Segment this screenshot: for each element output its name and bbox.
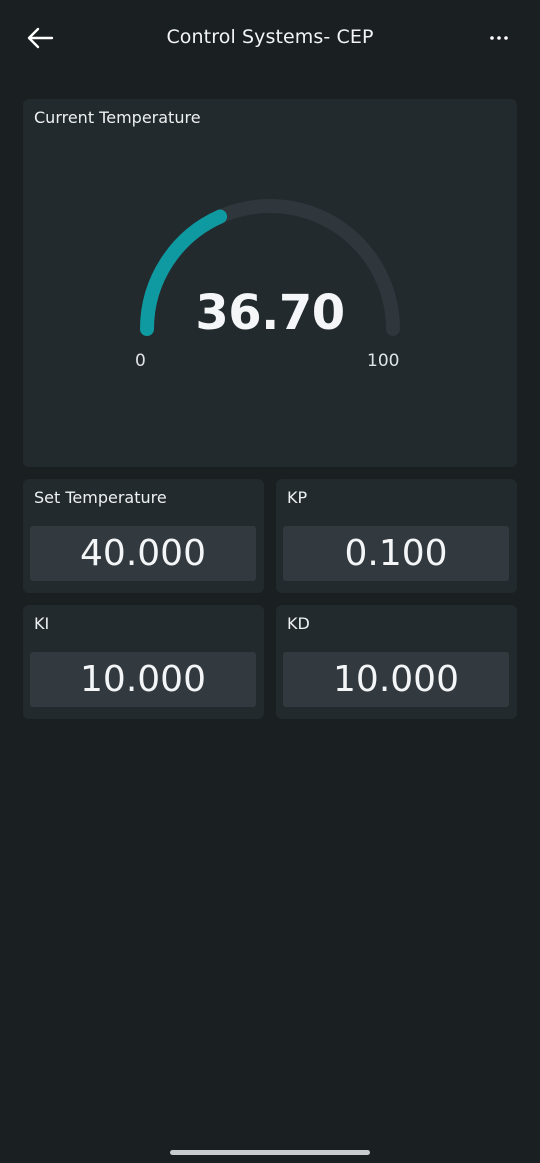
set-temperature-card: Set Temperature 40.000 bbox=[23, 479, 264, 593]
ki-label: KI bbox=[34, 614, 50, 633]
gauge-max-label: 100 bbox=[367, 351, 400, 371]
set-temperature-input[interactable]: 40.000 bbox=[30, 526, 256, 581]
temperature-gauge bbox=[140, 199, 400, 336]
gauge-min-label: 0 bbox=[135, 351, 146, 371]
kp-input[interactable]: 0.100 bbox=[283, 526, 509, 581]
more-options-button[interactable] bbox=[484, 24, 514, 52]
set-temperature-label: Set Temperature bbox=[34, 488, 167, 507]
ki-input[interactable]: 10.000 bbox=[30, 652, 256, 707]
more-horizontal-icon bbox=[490, 36, 508, 40]
current-temperature-value: 36.70 bbox=[195, 285, 345, 341]
page-title: Control Systems- CEP bbox=[166, 26, 374, 48]
kd-card: KD 10.000 bbox=[276, 605, 517, 719]
ki-card: KI 10.000 bbox=[23, 605, 264, 719]
kd-input[interactable]: 10.000 bbox=[283, 652, 509, 707]
kp-card: KP 0.100 bbox=[276, 479, 517, 593]
app-header: Control Systems- CEP bbox=[0, 0, 540, 78]
kp-label: KP bbox=[287, 488, 308, 507]
current-temperature-card: Current Temperature 36.70 0 100 bbox=[23, 99, 517, 467]
home-indicator[interactable] bbox=[170, 1150, 370, 1155]
kd-label: KD bbox=[287, 614, 310, 633]
